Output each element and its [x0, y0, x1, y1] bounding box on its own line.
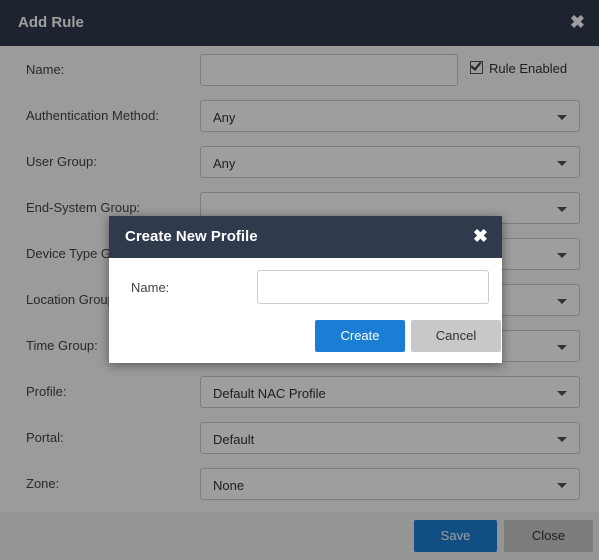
modal-title: Create New Profile — [125, 228, 258, 245]
close-icon[interactable]: ✖ — [473, 226, 488, 247]
profile-name-label: Name: — [131, 280, 170, 295]
create-button[interactable]: Create — [315, 320, 405, 352]
cancel-button[interactable]: Cancel — [411, 320, 501, 352]
modal-titlebar: Create New Profile ✖ — [109, 216, 502, 258]
create-new-profile-modal: Create New Profile ✖ Name: Create Cancel — [109, 216, 502, 363]
profile-name-input[interactable] — [257, 270, 489, 304]
